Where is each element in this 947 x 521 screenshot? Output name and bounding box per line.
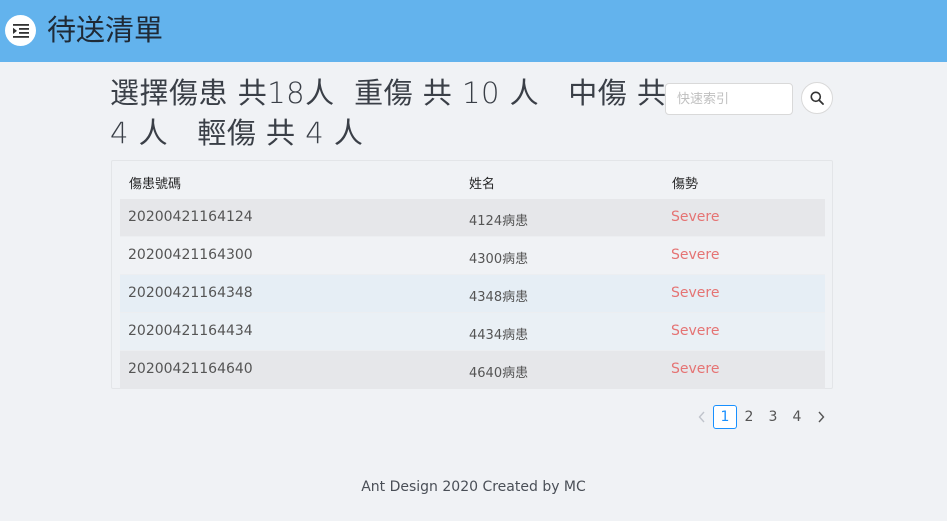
summary-moderate-count: 4 人 (110, 116, 169, 150)
severity-cell: Severe (671, 209, 720, 225)
summary-minor-count: 輕傷 共 4 人 (197, 116, 364, 150)
chevron-right-icon (818, 411, 825, 423)
patient-name-cell: 4434病患 (469, 328, 529, 343)
table-row[interactable]: 20200421164348 4348病患 Severe (120, 275, 825, 313)
column-header-name[interactable]: 姓名 (469, 173, 495, 192)
casualty-summary: 選擇傷患 共18人 重傷 共 10 人 中傷 共 4 人 輕傷 共 4 人 (110, 73, 666, 153)
page-3-button[interactable]: 3 (761, 405, 785, 429)
severity-cell: Severe (671, 285, 720, 301)
next-page-button[interactable] (809, 405, 833, 429)
page-2-button[interactable]: 2 (737, 405, 761, 429)
menu-fold-icon (12, 23, 29, 38)
summary-line-1: 選擇傷患 共18人 重傷 共 10 人 中傷 共 (110, 73, 666, 113)
table-header: 傷患號碼 姓名 傷勢 (120, 161, 825, 199)
severity-cell: Severe (671, 361, 720, 377)
page-title: 待送清單 (47, 13, 164, 47)
patient-name-cell: 4348病患 (469, 290, 529, 305)
prev-page-button[interactable] (690, 405, 714, 429)
summary-severe-count: 重傷 共 10 人 (354, 76, 540, 110)
search-button[interactable] (801, 82, 833, 114)
app-header: 待送清單 (0, 0, 947, 62)
patient-id-cell: 20200421164348 (128, 285, 253, 301)
menu-toggle-button[interactable] (5, 15, 36, 46)
summary-moderate-label: 中傷 共 (568, 76, 667, 110)
table-row[interactable]: 20200421164640 4640病患 Severe (120, 351, 825, 389)
page-1-button[interactable]: 1 (713, 405, 737, 429)
page-4-button[interactable]: 4 (785, 405, 809, 429)
table-row[interactable]: 20200421164124 4124病患 Severe (120, 199, 825, 237)
patient-id-cell: 20200421164124 (128, 209, 253, 225)
table-row[interactable]: 20200421164300 4300病患 Severe (120, 237, 825, 275)
chevron-left-icon (698, 411, 705, 423)
column-header-patient-id[interactable]: 傷患號碼 (129, 173, 181, 192)
patient-id-cell: 20200421164300 (128, 247, 253, 263)
severity-cell: Severe (671, 323, 720, 339)
patient-name-cell: 4300病患 (469, 252, 529, 267)
search-icon (810, 91, 824, 105)
patient-id-cell: 20200421164434 (128, 323, 253, 339)
patient-id-cell: 20200421164640 (128, 361, 253, 377)
patient-table: 傷患號碼 姓名 傷勢 20200421164124 4124病患 Severe … (111, 160, 833, 389)
severity-cell: Severe (671, 247, 720, 263)
quick-search-input[interactable] (665, 83, 793, 115)
patient-name-cell: 4640病患 (469, 366, 529, 381)
patient-name-cell: 4124病患 (469, 214, 529, 229)
column-header-severity[interactable]: 傷勢 (672, 173, 698, 192)
summary-selected-total: 選擇傷患 共18人 (110, 76, 335, 110)
summary-line-2: 4 人 輕傷 共 4 人 (110, 113, 658, 153)
footer-credit: Ant Design 2020 Created by MC (361, 479, 586, 495)
table-row[interactable]: 20200421164434 4434病患 Severe (120, 313, 825, 351)
